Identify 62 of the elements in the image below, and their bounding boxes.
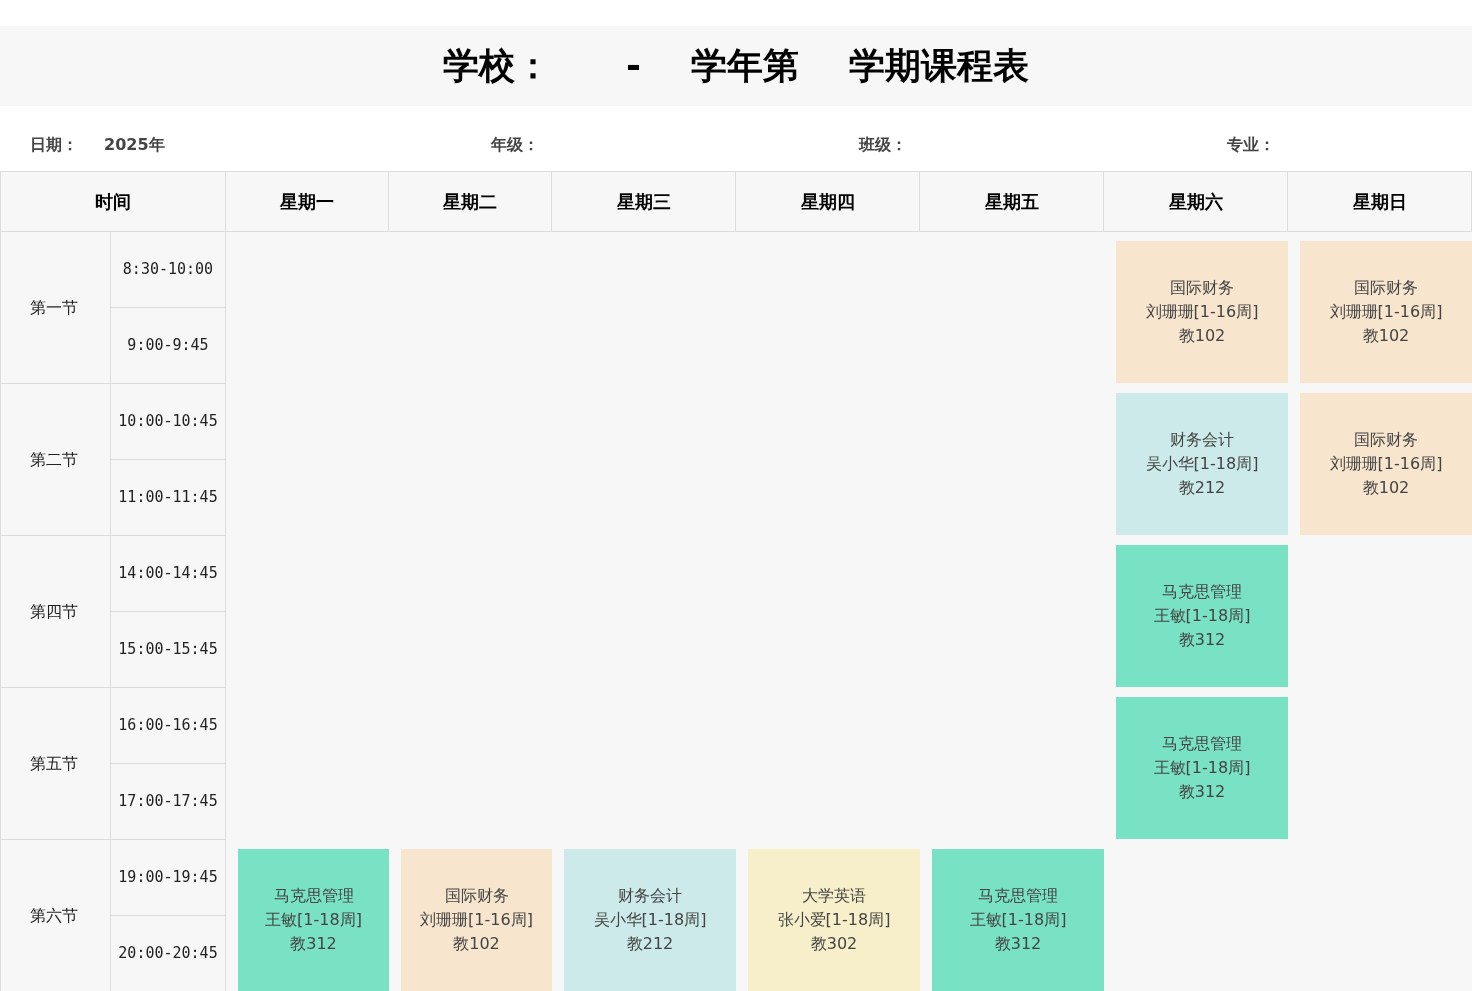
classroom: 教302 [810,933,858,955]
course-name: 马克思管理 [1162,581,1242,603]
period-label: 第四节 [1,536,111,688]
field-value: 2025年 [104,133,165,156]
teacher-name: 张小爱[1-18周] [777,909,891,931]
classroom: 教312 [1178,781,1226,803]
field-label: 日期： [30,133,78,156]
classroom: 教312 [290,933,337,955]
page-title: 学校： - 学年第 学期课程表 [442,44,1030,88]
column-header: 星期六 [1104,172,1288,232]
classroom: 教212 [1178,477,1226,499]
course-name: 国际财务 [1170,277,1234,299]
column-header: 星期五 [920,172,1104,232]
column-header: 星期二 [389,172,552,232]
teacher-name: 王敏[1-18周] [265,909,362,931]
field-label: 班级： [859,133,907,156]
time-slot: 19:00-19:45 [111,840,226,916]
classroom: 教212 [626,933,674,955]
field-label: 年级： [491,133,539,156]
column-header: 星期四 [736,172,920,232]
period-label: 第六节 [1,840,111,991]
time-slot: 14:00-14:45 [111,536,226,612]
time-slot: 15:00-15:45 [111,612,226,688]
classroom: 教102 [1178,325,1226,347]
course-name: 国际财务 [1354,277,1418,299]
column-header: 星期日 [1288,172,1472,232]
course-name: 大学英语 [802,885,866,907]
course-name: 马克思管理 [273,885,354,907]
classroom: 教102 [453,933,500,955]
classroom: 教312 [1178,629,1226,651]
teacher-name: 刘珊珊[1-16周] [1329,453,1443,475]
course-name: 马克思管理 [978,885,1058,907]
course-name: 财务会计 [1170,429,1234,451]
teacher-name: 吴小华[1-18周] [1145,453,1259,475]
field-label: 专业： [1227,133,1275,156]
classroom: 教312 [994,933,1042,955]
teacher-name: 吴小华[1-18周] [593,909,707,931]
teacher-name: 王敏[1-18周] [1153,757,1251,779]
column-header: 星期一 [226,172,389,232]
period-label: 第五节 [1,688,111,840]
column-header: 时间 [1,172,226,232]
course-name: 马克思管理 [1162,733,1242,755]
teacher-name: 王敏[1-18周] [969,909,1067,931]
time-slot: 17:00-17:45 [111,764,226,840]
period-label: 第一节 [1,232,111,384]
period-label: 第二节 [1,384,111,536]
column-header: 星期三 [552,172,736,232]
time-slot: 16:00-16:45 [111,688,226,764]
course-name: 国际财务 [444,885,509,907]
time-slot: 10:00-10:45 [111,384,226,460]
course-name: 国际财务 [1354,429,1418,451]
time-slot: 9:00-9:45 [111,308,226,384]
course-name: 财务会计 [618,885,682,907]
time-slot: 11:00-11:45 [111,460,226,536]
teacher-name: 王敏[1-18周] [1153,605,1251,627]
teacher-name: 刘珊珊[1-16周] [1145,301,1259,323]
time-slot: 8:30-10:00 [111,232,226,308]
classroom: 教102 [1362,325,1410,347]
time-slot: 20:00-20:45 [111,916,226,991]
teacher-name: 刘珊珊[1-16周] [1329,301,1443,323]
teacher-name: 刘珊珊[1-16周] [420,909,533,931]
classroom: 教102 [1362,477,1410,499]
